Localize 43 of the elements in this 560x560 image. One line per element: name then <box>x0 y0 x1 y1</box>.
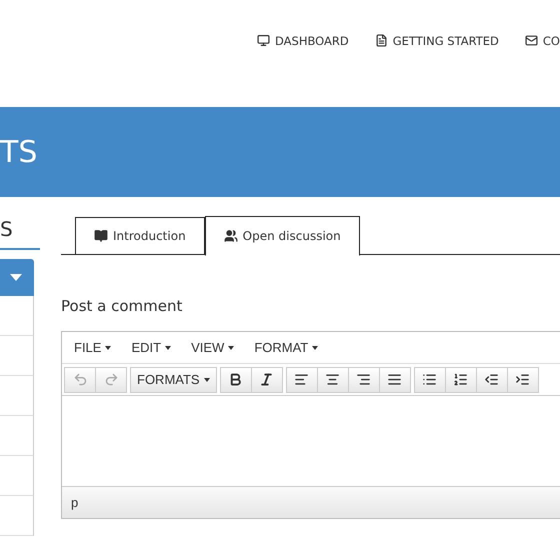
caret-icon <box>10 274 22 281</box>
toolbar-button[interactable] <box>250 366 283 392</box>
book-icon <box>94 229 108 243</box>
toolbar-button[interactable] <box>348 366 380 392</box>
align-left-icon <box>294 372 310 387</box>
menu-item[interactable]: EDIT <box>123 340 180 355</box>
people-icon <box>224 228 238 242</box>
undo-icon <box>72 372 88 387</box>
toolbar-button[interactable] <box>506 366 539 392</box>
nav-link[interactable]: GETTING STARTED <box>374 34 499 48</box>
toolbar-button[interactable] <box>414 366 446 392</box>
section-title: Post a comment <box>61 297 184 315</box>
element-path: p <box>71 495 78 510</box>
indent-icon <box>515 372 530 387</box>
sidebar-dropdown[interactable] <box>0 259 34 296</box>
align-right-icon <box>356 372 372 387</box>
menu-item[interactable]: FILE <box>66 340 120 355</box>
align-center-icon <box>325 372 340 387</box>
toolbar-button[interactable] <box>378 366 411 392</box>
tab[interactable]: Introduction <box>75 217 205 254</box>
toolbar-button[interactable] <box>316 366 349 392</box>
document-icon <box>374 34 388 47</box>
italic-icon <box>259 372 274 387</box>
banner-title: TS <box>0 134 38 170</box>
toolbar-button[interactable] <box>286 366 318 392</box>
toolbar-button[interactable] <box>444 366 477 392</box>
sidebar-heading: S <box>0 197 40 250</box>
envelope-icon <box>524 34 538 47</box>
redo-icon <box>104 372 118 387</box>
nav-link[interactable]: CO <box>524 34 560 48</box>
tab[interactable]: Open discussion <box>204 216 360 256</box>
numbered-list-icon <box>453 372 468 387</box>
outdent-icon <box>484 372 500 387</box>
bullet-list-icon <box>422 372 438 387</box>
justify-icon <box>387 372 402 387</box>
monitor-icon <box>257 34 270 47</box>
formats-dropdown[interactable]: FORMATS <box>130 366 217 392</box>
menu-item[interactable]: VIEW <box>183 340 242 355</box>
nav-link[interactable]: DASHBOARD <box>257 34 349 48</box>
toolbar-button[interactable] <box>476 366 508 392</box>
toolbar-button[interactable] <box>220 366 252 392</box>
bold-icon <box>228 372 244 387</box>
menu-item[interactable]: FORMAT <box>246 340 326 355</box>
